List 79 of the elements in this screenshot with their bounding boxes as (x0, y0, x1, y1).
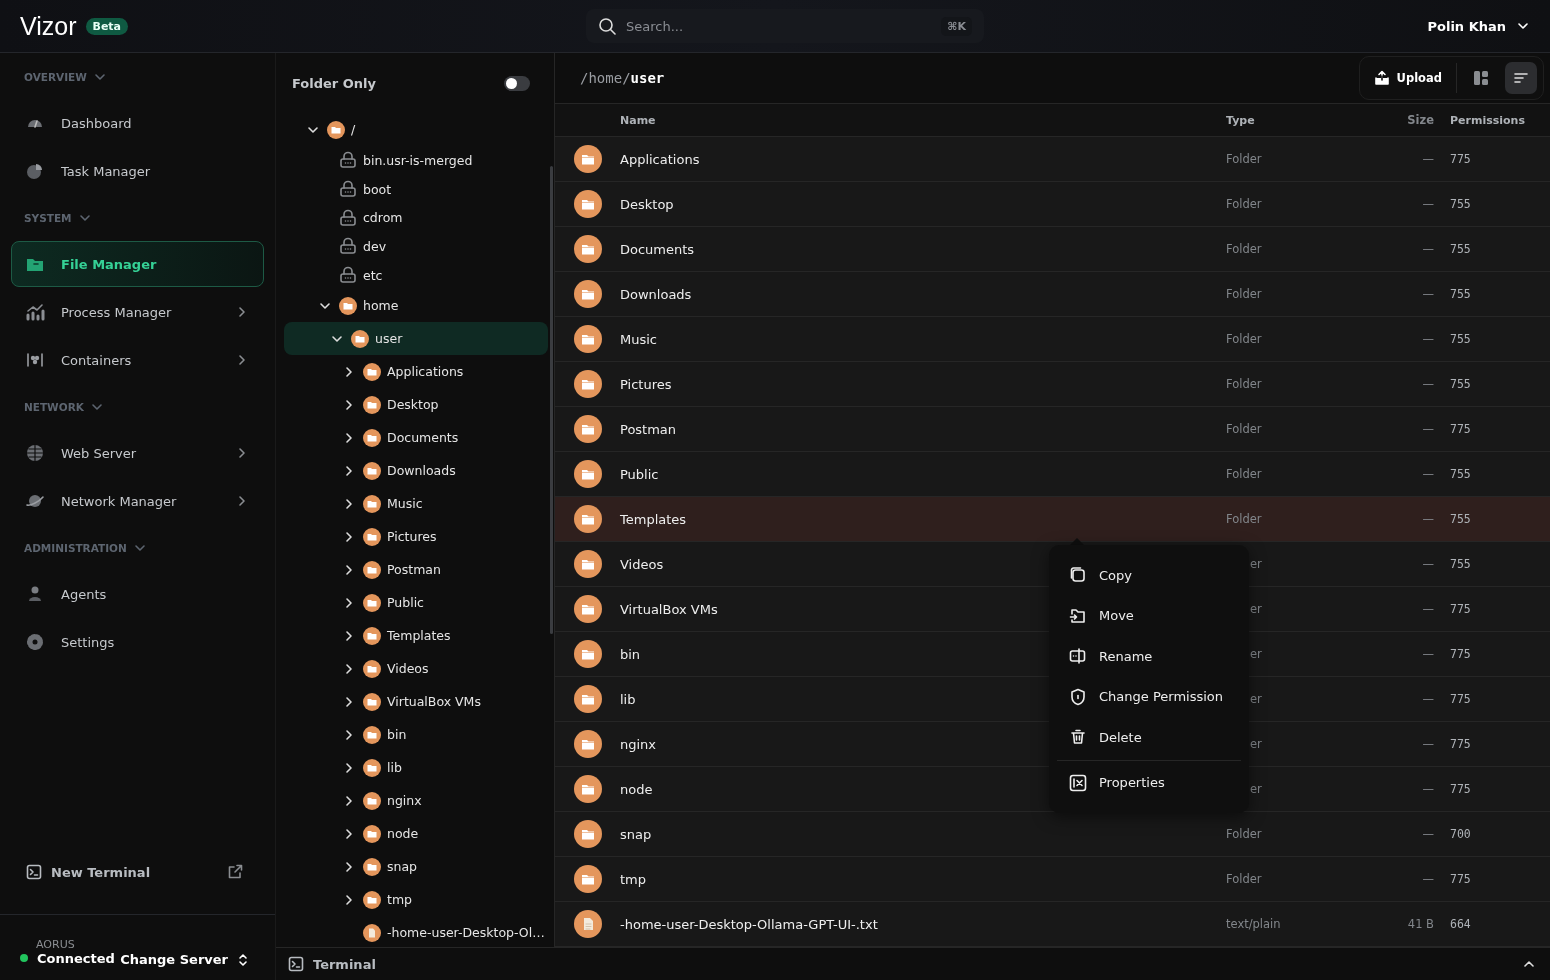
file-size: — (1421, 872, 1434, 886)
file-size: — (1421, 827, 1434, 841)
file-size: — (1421, 602, 1434, 616)
shortcut-hint: ⌘K (941, 16, 972, 36)
file-size: — (1421, 152, 1434, 166)
file-size: — (1421, 512, 1434, 526)
file-name: nginx (620, 736, 657, 752)
file-permissions: 775 (1449, 647, 1472, 661)
file-permissions: 775 (1449, 152, 1472, 166)
file-name: Documents (620, 241, 695, 257)
file-name: Public (620, 466, 659, 482)
file-size: — (1421, 737, 1434, 751)
file-size: — (1421, 422, 1434, 436)
file-permissions: 775 (1449, 737, 1472, 751)
file-type: Folder (1226, 287, 1262, 301)
file-type: Folder (1226, 467, 1262, 481)
file-size: — (1421, 377, 1434, 391)
file-name: Templates (620, 511, 687, 527)
file-type: Folder (1226, 242, 1262, 256)
file-size: — (1421, 197, 1434, 211)
file-size: — (1421, 647, 1434, 661)
file-name: lib (620, 691, 636, 707)
file-name: tmp (620, 871, 646, 887)
file-permissions: 775 (1449, 422, 1472, 436)
file-type: Folder (1226, 422, 1262, 436)
file-name: Desktop (620, 196, 674, 212)
file-type: text/plain (1226, 917, 1281, 931)
file-name: bin (620, 646, 641, 662)
file-type: er (1250, 782, 1262, 796)
file-permissions: 775 (1449, 692, 1472, 706)
file-size: — (1421, 467, 1434, 481)
file-permissions: 755 (1449, 287, 1472, 301)
file-type: er (1250, 737, 1262, 751)
file-permissions: 700 (1449, 827, 1472, 841)
file-name: Pictures (620, 376, 672, 392)
file-name: snap (620, 826, 652, 842)
file-type: er (1250, 557, 1262, 571)
file-permissions: 775 (1449, 602, 1472, 616)
file-size: — (1421, 242, 1434, 256)
file-size: — (1421, 782, 1434, 796)
file-size: — (1421, 332, 1434, 346)
toggle-label: Folder Only (292, 75, 377, 91)
file-size: 41 B (1406, 917, 1434, 931)
file-type: Folder (1226, 332, 1262, 346)
file-type: Folder (1226, 197, 1262, 211)
file-permissions: 775 (1449, 872, 1472, 886)
file-type: Folder (1226, 377, 1262, 391)
file-size: — (1421, 287, 1434, 301)
file-name: Applications (620, 151, 700, 167)
file-type: er (1250, 647, 1262, 661)
file-name: node (620, 781, 653, 797)
file-type: Folder (1226, 512, 1262, 526)
file-name: Music (620, 331, 657, 347)
file-type: er (1250, 602, 1262, 616)
file-type: Folder (1226, 152, 1262, 166)
file-permissions: 755 (1449, 557, 1472, 571)
file-permissions: 755 (1449, 512, 1472, 526)
beta-badge: Beta (85, 17, 129, 35)
file-type: Folder (1226, 872, 1262, 886)
file-permissions: 664 (1449, 917, 1472, 931)
file-name: -home-user-Desktop-Ollama-GPT-UI-.txt (620, 916, 878, 932)
file-type: Folder (1226, 827, 1262, 841)
file-name: Downloads (620, 286, 692, 302)
file-name: VirtualBox VMs (620, 601, 718, 617)
server-name: AORUS (35, 937, 76, 951)
connection-status: Connected (37, 950, 115, 966)
file-permissions: 775 (1449, 782, 1472, 796)
file-name: Postman (620, 421, 677, 437)
file-permissions: 755 (1449, 467, 1472, 481)
file-permissions: 755 (1449, 377, 1472, 391)
app-logo: Vizor (20, 11, 77, 41)
file-permissions: 755 (1449, 197, 1472, 211)
file-permissions: 755 (1449, 332, 1472, 346)
file-permissions: 755 (1449, 242, 1472, 256)
file-type: er (1250, 692, 1262, 706)
current-path: /home/user (580, 70, 665, 86)
file-size: — (1421, 557, 1434, 571)
file-size: — (1421, 692, 1434, 706)
file-name: Videos (620, 556, 664, 572)
